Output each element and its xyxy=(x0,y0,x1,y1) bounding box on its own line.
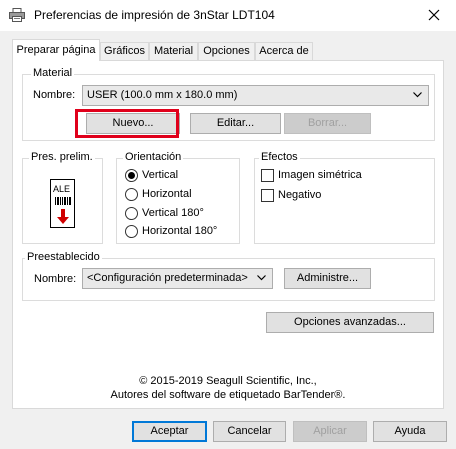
negative-checkbox[interactable] xyxy=(261,189,274,202)
copyright-line-1: © 2015-2019 Seagull Scientific, Inc., xyxy=(139,375,317,387)
orientation-group-label: Orientación xyxy=(123,151,184,163)
preset-name-select[interactable]: <Configuración predeterminada> xyxy=(82,268,273,289)
preset-group-label: Preestablecido xyxy=(25,251,102,263)
advanced-options-button[interactable]: Opciones avanzadas... xyxy=(266,312,434,333)
manage-presets-button[interactable]: Administre... xyxy=(284,268,371,289)
tab-preparar-pagina[interactable]: Preparar página xyxy=(12,39,100,61)
material-group-label: Material xyxy=(31,67,75,79)
effects-group-label: Efectos xyxy=(259,151,300,163)
effects-group: Efectos Imagen simétrica Negativo xyxy=(254,151,435,244)
mirror-image-label[interactable]: Imagen simétrica xyxy=(278,169,362,181)
cancel-button[interactable]: Cancelar xyxy=(213,421,286,442)
material-name-value: USER (100.0 mm x 180.0 mm) xyxy=(87,89,238,101)
orientation-vertical-label[interactable]: Vertical xyxy=(142,169,178,181)
orientation-horizontal-radio[interactable] xyxy=(125,188,138,201)
orientation-group: Orientación Vertical Horizontal Vertical… xyxy=(116,151,240,244)
apply-button[interactable]: Aplicar xyxy=(293,421,367,442)
edit-material-button[interactable]: Editar... xyxy=(190,113,281,134)
chevron-down-icon xyxy=(413,92,422,98)
window-title: Preferencias de impresión de 3nStar LDT1… xyxy=(34,8,275,22)
delete-material-button[interactable]: Borrar... xyxy=(284,113,371,134)
help-button[interactable]: Ayuda xyxy=(373,421,447,442)
title-bar: Preferencias de impresión de 3nStar LDT1… xyxy=(0,0,456,31)
copyright-line-2: Autores del software de etiquetado BarTe… xyxy=(110,389,346,401)
feed-direction-arrow-icon xyxy=(57,209,69,224)
material-name-select[interactable]: USER (100.0 mm x 180.0 mm) xyxy=(82,85,429,106)
printer-icon xyxy=(9,8,25,22)
tab-acerca-de[interactable]: Acerca de xyxy=(255,42,313,60)
new-button-highlight xyxy=(75,109,179,138)
orientation-horizontal-180-label[interactable]: Horizontal 180° xyxy=(142,225,217,237)
preview-group: Pres. prelim. ALE xyxy=(22,151,103,244)
orientation-vertical-180-radio[interactable] xyxy=(125,207,138,220)
material-group: Material Nombre: USER (100.0 mm x 180.0 … xyxy=(22,67,435,141)
label-preview: ALE xyxy=(50,179,75,228)
preset-name-value: <Configuración predeterminada> xyxy=(87,272,248,284)
accept-button[interactable]: Aceptar xyxy=(132,421,207,442)
material-name-label: Nombre: xyxy=(33,89,76,101)
close-button[interactable] xyxy=(424,6,444,24)
label-preview-text: ALE xyxy=(53,184,71,194)
tab-graficos[interactable]: Gráficos xyxy=(100,42,149,60)
chevron-down-icon xyxy=(257,275,266,281)
tab-panel: Material Nombre: USER (100.0 mm x 180.0 … xyxy=(12,60,444,409)
mirror-image-checkbox[interactable] xyxy=(261,169,274,182)
preset-name-label: Nombre: xyxy=(34,273,77,285)
orientation-horizontal-180-radio[interactable] xyxy=(125,225,138,238)
negative-label[interactable]: Negativo xyxy=(278,189,321,201)
orientation-vertical-radio[interactable] xyxy=(125,169,138,182)
preview-group-label: Pres. prelim. xyxy=(29,151,95,163)
orientation-horizontal-label[interactable]: Horizontal xyxy=(142,188,192,200)
orientation-vertical-180-label[interactable]: Vertical 180° xyxy=(142,207,204,219)
tab-opciones[interactable]: Opciones xyxy=(198,42,255,60)
tab-material[interactable]: Material xyxy=(149,42,198,60)
preset-group: Preestablecido Nombre: <Configuración pr… xyxy=(22,251,435,301)
barcode-icon xyxy=(55,197,71,205)
close-icon xyxy=(428,9,440,21)
